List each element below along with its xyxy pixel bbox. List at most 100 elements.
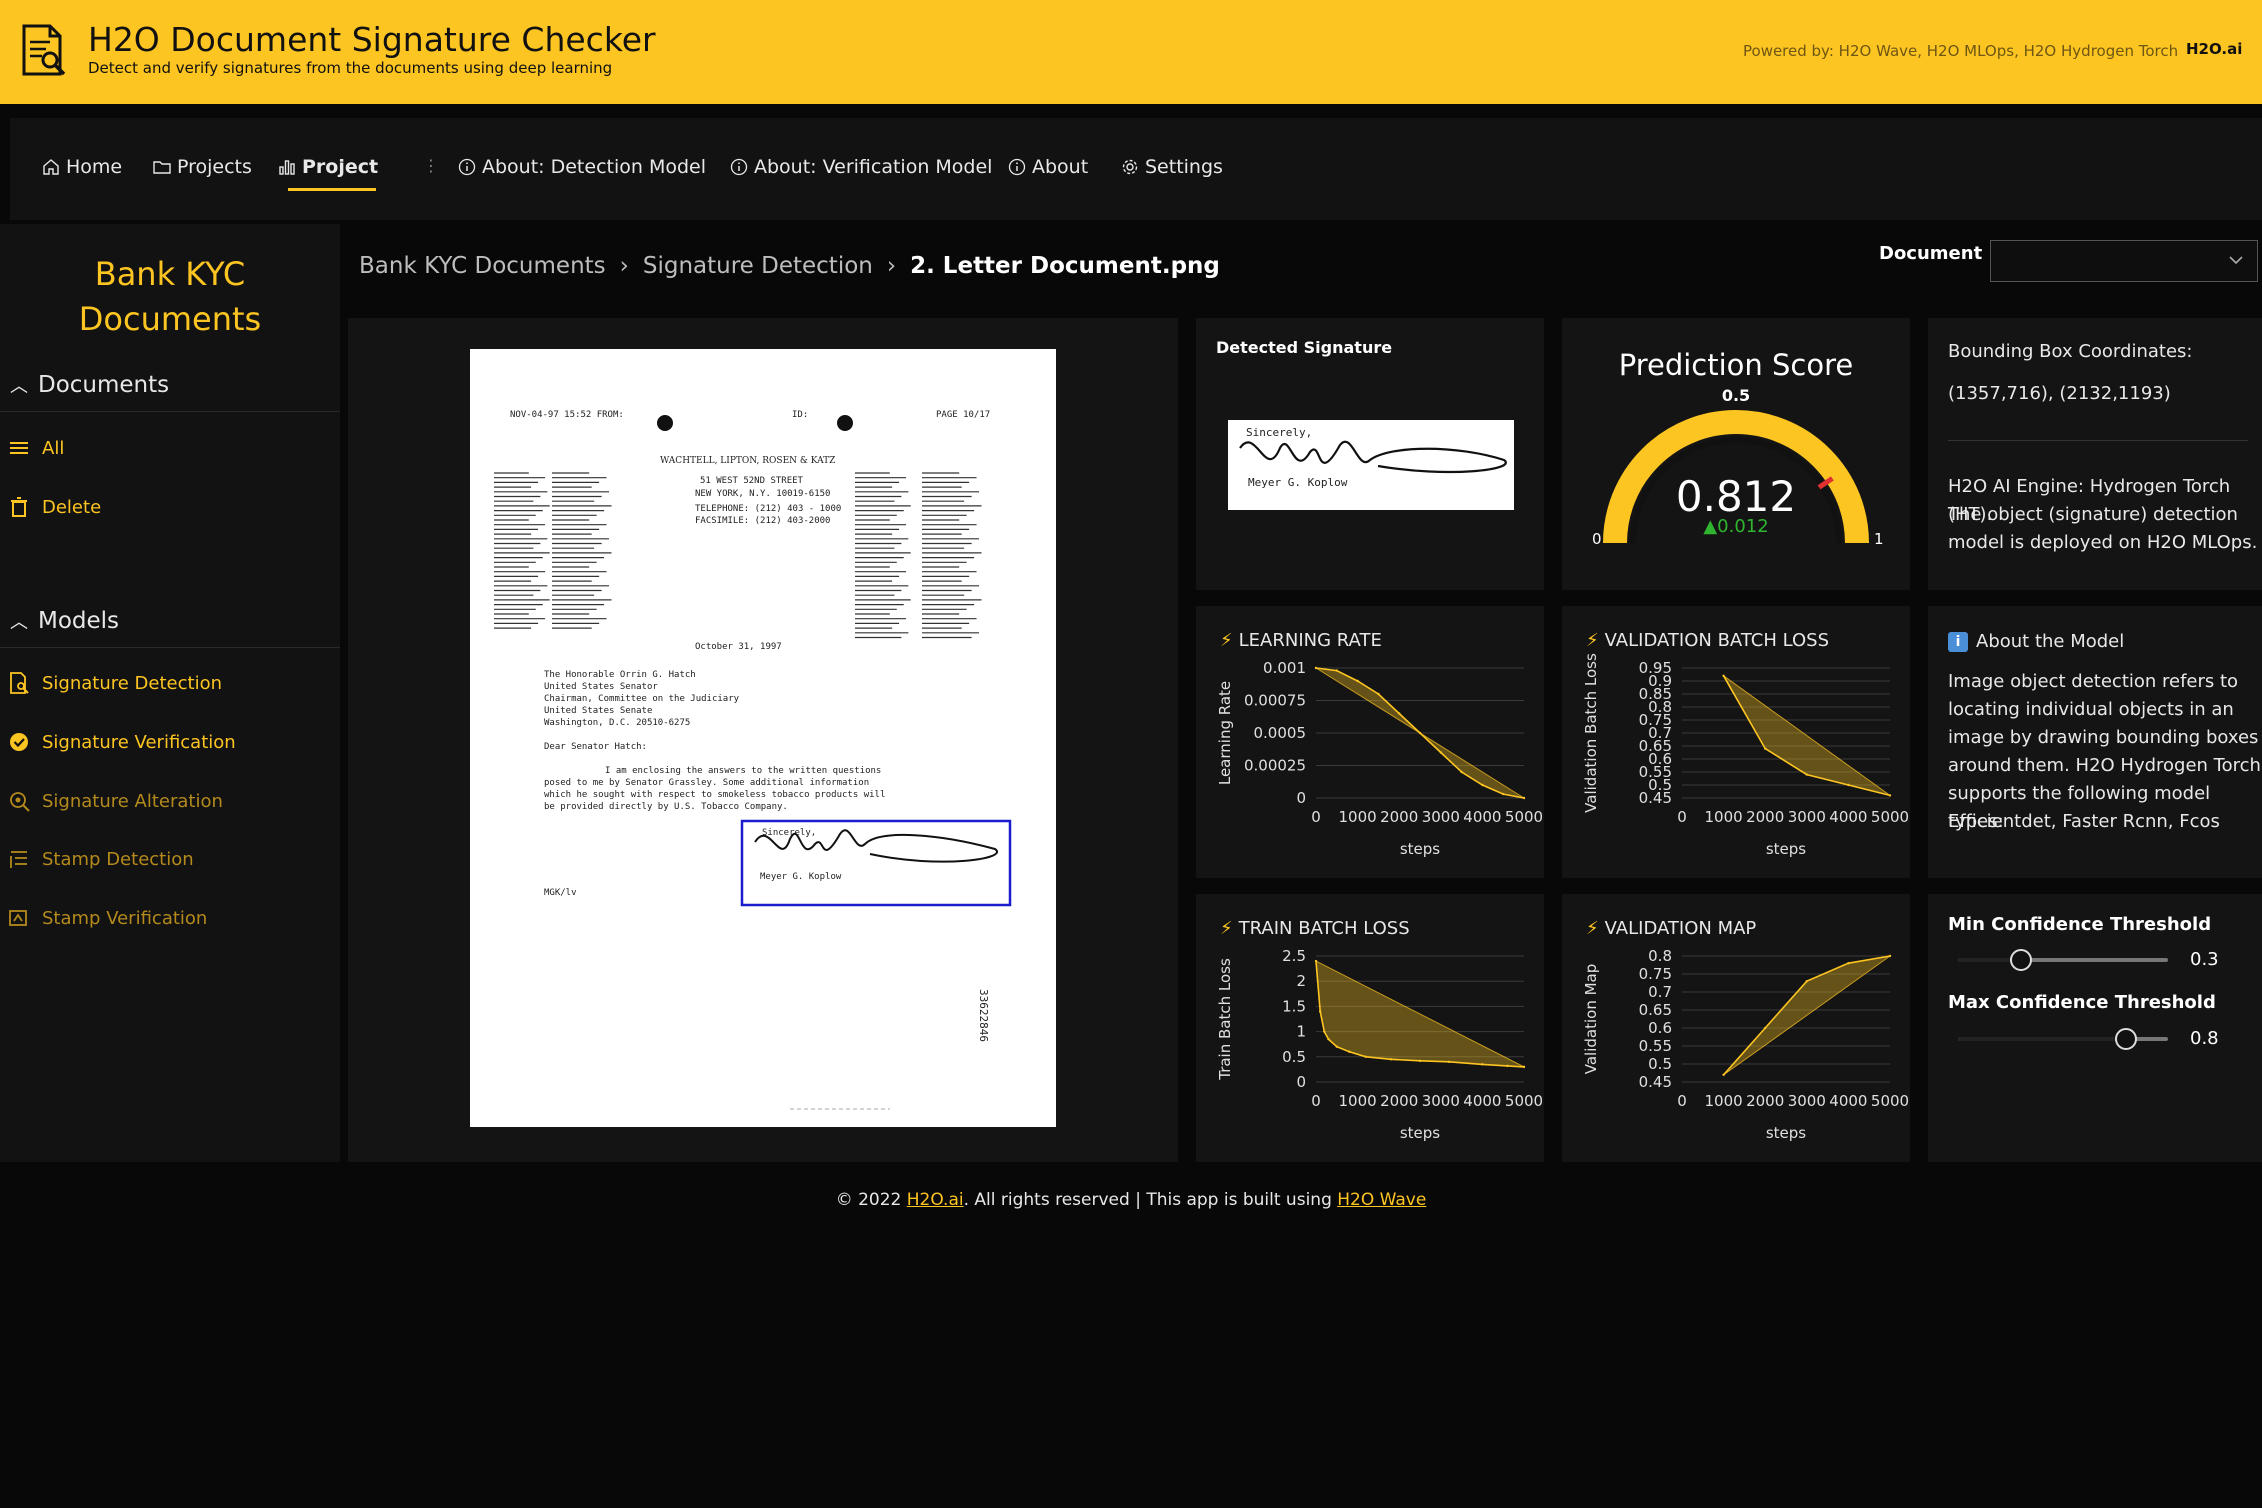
x-tick-label: 4000 — [1463, 808, 1501, 826]
nav-about-verification[interactable]: About: Verification Model — [730, 152, 992, 182]
documents-section-header[interactable]: ︿ Documents — [10, 372, 169, 398]
about-model-line: Image object detection refers to — [1948, 671, 2239, 692]
nav-projects[interactable]: Projects — [153, 152, 252, 182]
min-threshold-handle[interactable] — [2010, 949, 2032, 971]
y-tick-label: 0.00025 — [1244, 757, 1306, 775]
x-axis-label: steps — [1400, 840, 1440, 858]
signer-name: Meyer G. Koplow — [760, 872, 842, 882]
prediction-delta: ▲0.012 — [1703, 516, 1769, 537]
app-header: H2O Document Signature Checker Detect an… — [0, 0, 2262, 104]
data-point — [1323, 1030, 1326, 1033]
data-point — [1888, 794, 1892, 797]
x-tick-label: 1000 — [1705, 1092, 1743, 1110]
models-section-header[interactable]: ︿ Models — [10, 608, 119, 634]
document-picker-dropdown[interactable] — [1990, 240, 2258, 282]
chevron-right-icon: › — [886, 253, 897, 279]
about-model-card: i About the Model Image object detection… — [1928, 606, 2262, 878]
sidebar-item-all[interactable]: All — [8, 437, 64, 459]
y-axis-label: Train Batch Loss — [1216, 958, 1234, 1081]
nav-project[interactable]: Project — [278, 152, 378, 182]
breadcrumb-item[interactable]: Bank KYC Documents — [359, 253, 606, 279]
validation-batch-loss-card: ⚡ VALIDATION BATCH LOSS 0.45 0.5 0.55 0.6 0.6… — [1562, 606, 1910, 878]
sidebar-item-signature-verification[interactable]: Signature Verification — [8, 731, 236, 753]
learning-rate-card: ⚡ LEARNING RATE 0 0.00025 0.0005 0.00075 0.00… — [1196, 606, 1544, 878]
nav-about-detection[interactable]: About: Detection Model — [458, 152, 706, 182]
nav-home[interactable]: Home — [42, 152, 122, 182]
validation-map-card: ⚡ VALIDATION MAP 0.45 0.5 0.55 0.6 0.65 0.7 0.7… — [1562, 894, 1910, 1162]
nav-about-verification-label: About: Verification Model — [754, 156, 993, 178]
data-point — [1460, 770, 1463, 774]
y-tick-label: 0.5 — [1282, 1048, 1306, 1066]
body-line: posed to me by Senator Grassley. Some ad… — [544, 778, 869, 788]
max-threshold-fill — [1958, 1037, 2126, 1041]
fax-header-right: PAGE 10/17 — [936, 410, 990, 420]
y-tick-label: 2.5 — [1282, 947, 1306, 965]
data-point — [1481, 1063, 1484, 1066]
sidebar-item-stamp-detection[interactable]: Stamp Detection — [8, 848, 194, 870]
chevron-right-icon: › — [619, 253, 629, 279]
y-axis-label: Validation Batch Loss — [1582, 653, 1600, 813]
x-tick-label: 4000 — [1829, 1092, 1867, 1110]
footer-wave-link[interactable]: H2O Wave — [1337, 1190, 1426, 1210]
about-model-line: around them. H2O Hydrogen Torch — [1948, 755, 2261, 776]
about-model-heading: i About the Model — [1948, 628, 2124, 656]
data-point — [1318, 1010, 1322, 1013]
info-icon — [1008, 158, 1026, 176]
data-point — [1418, 1059, 1422, 1063]
y-tick-label: 0.65 — [1639, 1001, 1672, 1019]
about-model-line: locating individual objects in an — [1948, 699, 2234, 720]
breadcrumb-item[interactable]: Signature Detection — [643, 253, 873, 279]
sidebar-item-delete[interactable]: Delete — [8, 496, 101, 518]
data-point — [1522, 1065, 1526, 1069]
x-tick-label: 5000 — [1871, 808, 1909, 826]
nav-settings[interactable]: Settings — [1121, 152, 1223, 182]
sidebar-item-label: Stamp Detection — [42, 848, 194, 870]
sidebar-item-signature-alteration[interactable]: Signature Alteration — [8, 790, 223, 812]
document-picker-label: Document — [1879, 243, 1983, 264]
divider — [0, 647, 340, 648]
nav-separator: ⋮ — [423, 156, 439, 175]
data-point — [1847, 783, 1850, 787]
body-line: which he sought with respect to smokeles… — [544, 790, 885, 800]
brand-logo[interactable]: H2O.ai — [2186, 40, 2242, 58]
recipient-line: The Honorable Orrin G. Hatch — [544, 670, 696, 680]
sidebar-item-signature-detection[interactable]: Signature Detection — [8, 672, 222, 694]
x-axis-label: steps — [1766, 840, 1806, 858]
recipient-line: Chairman, Committee on the Judiciary — [544, 694, 740, 704]
document-image: NOV-04-97 15:52 FROM: ID: PAGE 10/17 WAC… — [470, 349, 1056, 1127]
active-tab-indicator — [288, 188, 376, 191]
fax-header-left: NOV-04-97 15:52 FROM: — [510, 410, 624, 420]
nav-home-label: Home — [66, 156, 123, 178]
y-tick-label: 0.75 — [1639, 965, 1672, 983]
x-tick-label: 3000 — [1422, 1092, 1460, 1110]
data-point — [1447, 1060, 1451, 1064]
sidebar-item-delete-label: Delete — [42, 496, 102, 518]
data-point — [1722, 1073, 1725, 1076]
stamp-list-icon — [10, 851, 27, 868]
footer-h2o-link[interactable]: H2O.ai — [907, 1190, 964, 1210]
max-threshold-handle[interactable] — [2115, 1028, 2137, 1050]
breadcrumb: Bank KYC Documents › Signature Detection… — [359, 253, 1220, 279]
data-point — [1506, 1064, 1509, 1068]
x-tick-label: 2000 — [1746, 808, 1784, 826]
nav-projects-label: Projects — [177, 156, 252, 178]
breadcrumb-current: 2. Letter Document.png — [910, 253, 1220, 279]
chevron-up-icon: ︿ — [10, 376, 28, 397]
nav-about[interactable]: About — [1008, 152, 1088, 182]
y-axis-label: Learning Rate — [1216, 681, 1234, 785]
max-threshold-value: 0.8 — [2190, 1028, 2219, 1049]
models-section-label: Models — [38, 608, 120, 634]
y-tick-label: 0.5 — [1648, 1055, 1672, 1073]
verified-badge-icon — [10, 733, 28, 751]
nav-project-label: Project — [302, 156, 379, 178]
crop-closing: Sincerely, — [1246, 426, 1312, 439]
powered-by-text: Powered by: H2O Wave, H2O MLOps, H2O Hyd… — [1743, 42, 2179, 60]
sidebar-item-stamp-verification[interactable]: Stamp Verification — [8, 907, 207, 929]
recipient-line: Washington, D.C. 20510-6275 — [544, 718, 690, 728]
recipient-line: United States Senate — [544, 706, 652, 716]
about-model-line: image by drawing bounding boxes — [1948, 727, 2259, 748]
x-tick-label: 4000 — [1829, 808, 1867, 826]
x-tick-label: 3000 — [1788, 808, 1826, 826]
info-icon — [730, 158, 748, 176]
train-batch-loss-chart: 0 0.5 1 1.5 2 2.5 0 1000 2000 3000 4000 5000 steps Tr… — [1216, 947, 1543, 1142]
